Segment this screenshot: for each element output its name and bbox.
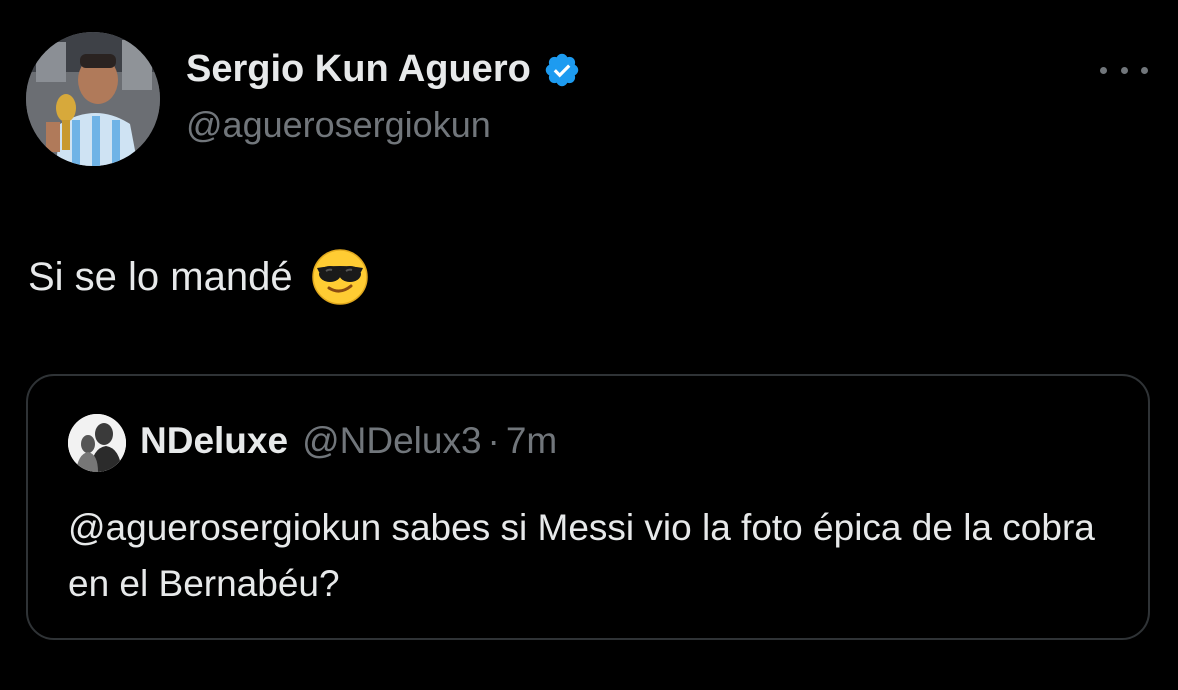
quoted-timestamp[interactable]: 7m — [506, 420, 557, 462]
quoted-display-name[interactable]: NDeluxe — [140, 420, 288, 462]
quoted-author-avatar-photo — [68, 414, 126, 472]
more-options-icon[interactable] — [1100, 56, 1148, 84]
quoted-author-avatar[interactable] — [68, 414, 126, 472]
author-display-name[interactable]: Sergio Kun Aguero — [186, 48, 531, 91]
author-handle[interactable]: @aguerosergiokun — [186, 104, 491, 146]
sunglasses-emoji-icon — [311, 248, 369, 306]
quoted-header: NDeluxe @NDelux3 · 7m — [140, 420, 557, 462]
tweet-text: Si se lo mandé — [28, 254, 293, 299]
tweet-body: Si se lo mandé — [28, 248, 369, 306]
verified-badge-icon[interactable] — [543, 51, 581, 89]
quoted-text: @aguerosergiokun sabes si Messi vio la f… — [68, 507, 1095, 604]
quoted-handle[interactable]: @NDelux3 — [302, 420, 481, 462]
author-header: Sergio Kun Aguero — [186, 48, 581, 91]
more-dot — [1100, 66, 1107, 74]
separator-dot: · — [487, 420, 500, 461]
author-avatar[interactable] — [26, 32, 160, 166]
quoted-tweet-card[interactable]: NDeluxe @NDelux3 · 7m @aguerosergiokun s… — [26, 374, 1150, 640]
more-dot — [1120, 66, 1128, 74]
author-avatar-photo — [26, 32, 160, 166]
more-dot — [1141, 66, 1148, 74]
